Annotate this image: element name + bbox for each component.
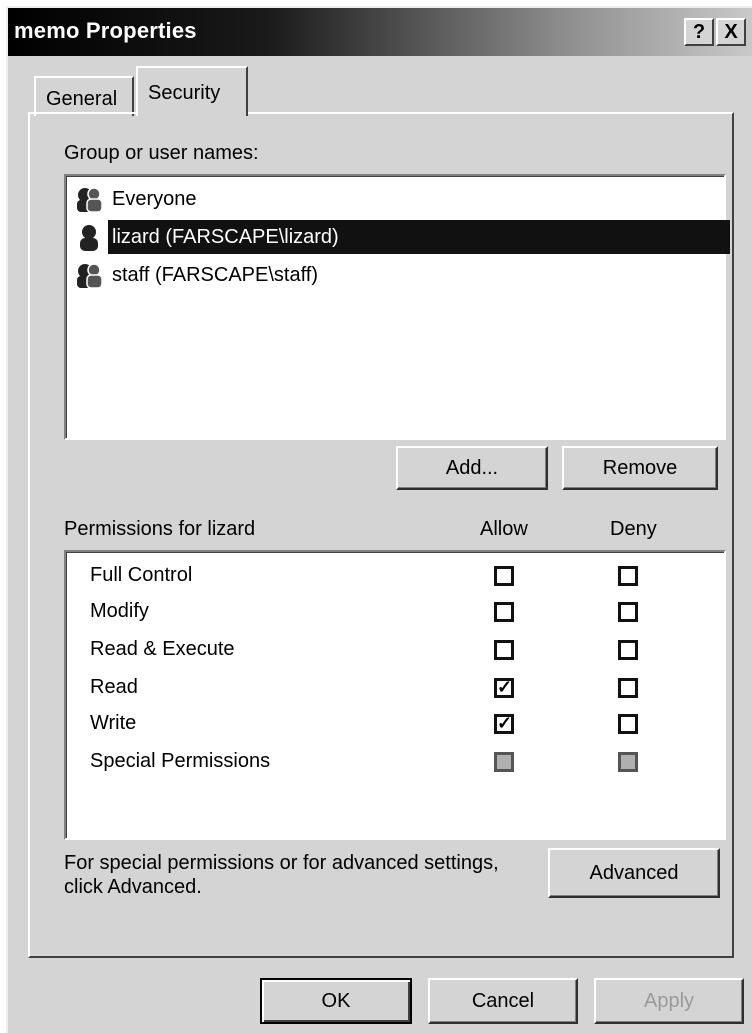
deny-modify-checkbox[interactable]: [618, 602, 638, 622]
allow-special-checkbox: [494, 752, 514, 772]
deny-read-checkbox[interactable]: [618, 678, 638, 698]
allow-read-execute-checkbox[interactable]: [494, 640, 514, 660]
list-item-label: lizard (FARSCAPE\lizard): [108, 220, 730, 254]
list-item-label: Everyone: [112, 188, 197, 210]
user-list[interactable]: Everyone lizard (FARSCAPE\lizard) staff …: [64, 174, 730, 440]
apply-button[interactable]: Apply: [594, 978, 744, 1024]
tab-security[interactable]: Security: [136, 66, 248, 116]
close-button[interactable]: X: [716, 18, 746, 46]
group-icon: [77, 187, 103, 213]
list-item-lizard[interactable]: lizard (FARSCAPE\lizard): [74, 220, 730, 254]
allow-header: Allow: [480, 518, 528, 540]
group-icon: [77, 263, 103, 289]
advanced-hint-line2: click Advanced.: [64, 876, 202, 898]
deny-read-execute-checkbox[interactable]: [618, 640, 638, 660]
cancel-button[interactable]: Cancel: [428, 978, 578, 1024]
user-icon: [80, 225, 98, 251]
group-list-label: Group or user names:: [64, 142, 259, 164]
deny-special-checkbox: [618, 752, 638, 772]
list-item-staff[interactable]: staff (FARSCAPE\staff): [74, 258, 322, 292]
check-mark-icon: ✓: [497, 677, 513, 697]
add-button[interactable]: Add...: [396, 446, 548, 490]
help-button[interactable]: ?: [684, 18, 714, 46]
allow-modify-checkbox[interactable]: [494, 602, 514, 622]
perm-write-label: Write: [90, 712, 137, 734]
allow-write-checkbox[interactable]: ✓: [494, 713, 514, 734]
list-item-everyone[interactable]: Everyone: [74, 182, 201, 216]
deny-full-control-checkbox[interactable]: [618, 566, 638, 586]
advanced-button[interactable]: Advanced: [548, 848, 720, 898]
check-mark-icon: ✓: [497, 713, 513, 733]
permissions-label: Permissions for lizard: [64, 518, 256, 540]
allow-read-checkbox[interactable]: ✓: [494, 677, 514, 698]
properties-window: memo Properties ? X General Security Gro…: [6, 6, 752, 1033]
perm-modify-label: Modify: [90, 600, 149, 622]
deny-header: Deny: [610, 518, 657, 540]
allow-full-control-checkbox[interactable]: [494, 566, 514, 586]
list-item-label: staff (FARSCAPE\staff): [112, 264, 318, 286]
window-title: memo Properties: [14, 18, 197, 43]
perm-special-label: Special Permissions: [90, 750, 271, 772]
title-bar[interactable]: memo Properties ? X: [8, 8, 752, 56]
deny-write-checkbox[interactable]: [618, 714, 638, 734]
tab-general[interactable]: General: [34, 76, 134, 116]
remove-button[interactable]: Remove: [562, 446, 718, 490]
perm-full-control-label: Full Control: [90, 564, 193, 586]
perm-read-label: Read: [90, 676, 138, 698]
advanced-hint-line1: For special permissions or for advanced …: [64, 852, 499, 874]
perm-read-execute-label: Read & Execute: [90, 638, 235, 660]
ok-button[interactable]: OK: [260, 978, 412, 1024]
